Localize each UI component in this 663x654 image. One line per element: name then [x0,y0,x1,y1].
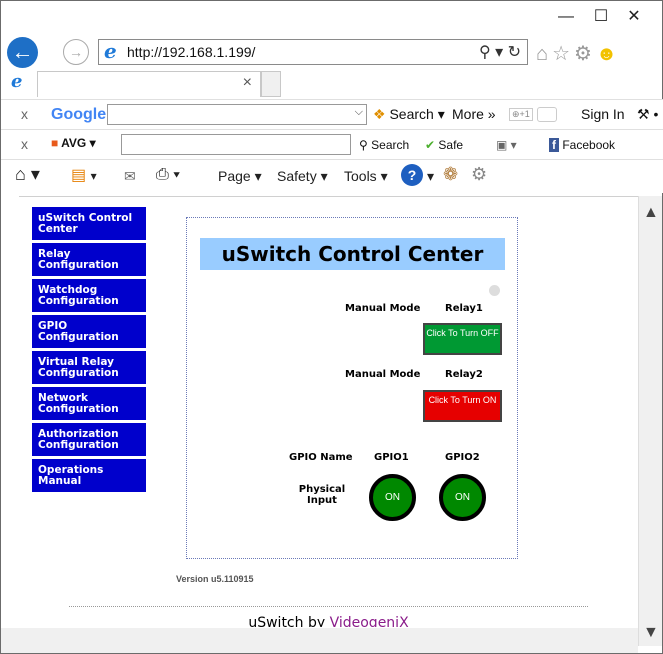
close-window-button[interactable]: ✕ [619,5,649,29]
google-search-input[interactable]: ⌵ [107,104,367,125]
videogenix-link[interactable]: VideogeniX [330,615,409,627]
scroll-down-icon[interactable]: ▼ [643,624,659,642]
scroll-up-icon[interactable]: ▲ [643,204,659,222]
avg-search-button[interactable]: ⚲ Search [359,138,409,152]
panel-title: uSwitch Control Center [200,238,505,270]
gpio1-indicator: ON [369,474,416,521]
horizontal-scrollbar[interactable] [1,628,638,653]
relay2-toggle-button[interactable]: Click To Turn ON [423,390,502,422]
help-icon[interactable]: ? [401,164,423,186]
close-google-toolbar-button[interactable]: x [21,106,28,122]
gpio2-name: GPIO2 [445,452,480,463]
wrench-icon[interactable]: ⚒ • [637,106,658,123]
facebook-button[interactable]: f Facebook [549,138,615,152]
nav-relay-configuration[interactable]: Relay Configuration [32,243,146,276]
facebook-icon: f [549,138,559,152]
settings-gear-icon[interactable]: ⚙ [471,164,487,185]
chevron-down-icon[interactable]: ⌵ [355,106,363,119]
plus-one-icon[interactable]: ⊕+1 [509,108,533,121]
nav-watchdog-configuration[interactable]: Watchdog Configuration [32,279,146,312]
avg-logo[interactable]: ■ AVG ▾ [51,136,96,150]
safety-menu[interactable]: Safety ▾ [277,168,328,185]
sidebar-nav: uSwitch Control Center Relay Configurati… [32,207,146,495]
address-url: http://192.168.1.199/ [127,44,256,60]
new-tab-button[interactable] [261,71,281,97]
control-panel: uSwitch Control Center Manual Mode Relay… [186,217,518,559]
ie-tab-logo-icon: e [11,71,23,92]
minimize-button[interactable]: — [551,5,581,29]
avg-search-input[interactable] [121,134,351,155]
page-menu[interactable]: Page ▾ [218,168,262,185]
mail-icon[interactable]: ✉ [124,168,136,185]
avg-toolbar: x ■ AVG ▾ ⚲ Search ✔ Safe ▣ ▾ f Facebook [1,129,663,159]
sign-in-button[interactable]: Sign In [581,106,625,122]
safe-button[interactable]: ✔ Safe [425,138,463,152]
search-refresh-icon[interactable]: ⚲ ▾ ↻ [479,42,521,62]
more-button[interactable]: More » [452,106,496,122]
vertical-scrollbar[interactable]: ▲ ▼ [638,196,662,646]
google-toolbar: x Google ⌵ ❖ Search ▾ More » ⊕+1 Sign In… [1,99,663,129]
command-bar: ⌂ ▾ ▤ ▾ ✉ ⎙ ▾ Page ▾ Safety ▾ Tools ▾ ? … [1,159,663,193]
page-content: uSwitch Control Center Relay Configurati… [19,196,638,627]
physical-input-label: Physical Input [298,484,346,506]
google-logo: Google [51,106,107,123]
nav-gpio-configuration[interactable]: GPIO Configuration [32,315,146,348]
tab-close-icon[interactable]: × [243,74,252,92]
browser-tab[interactable]: × [37,71,261,97]
nav-control-center[interactable]: uSwitch Control Center [32,207,146,240]
footer-divider [69,606,588,607]
search-icon: ⚲ [359,138,368,152]
nav-virtual-relay-configuration[interactable]: Virtual Relay Configuration [32,351,146,384]
share-icon[interactable] [537,107,557,122]
footer-prefix: uSwitch by [248,615,330,627]
home-icon[interactable]: ⌂ ▾ [15,164,40,185]
footer: uSwitch by VideogeniX [19,615,638,627]
relay2-name-label: Relay2 [445,369,483,380]
tools-menu[interactable]: Tools ▾ [344,168,388,185]
address-bar[interactable]: e http://192.168.1.199/ ⚲ ▾ ↻ [98,39,528,65]
help-dropdown[interactable]: ▾ [427,168,434,185]
maximize-button[interactable]: ☐ [586,5,616,29]
close-avg-toolbar-button[interactable]: x [21,136,28,152]
back-button[interactable]: ← [7,37,38,68]
version-text: Version u5.110915 [176,574,254,584]
avg-logo-icon: ■ [51,136,59,150]
ie-logo-icon: e [104,39,117,63]
gpio2-indicator: ON [439,474,486,521]
browser-window: — ☐ ✕ ← → e http://192.168.1.199/ ⚲ ▾ ↻ … [0,0,663,654]
rss-feed-icon[interactable]: ▤ ▾ [71,165,97,185]
relay1-mode-label: Manual Mode [345,303,421,314]
shield-icon: ✔ [425,138,436,152]
puzzle-icon: ❖ [373,106,386,122]
nav-network-configuration[interactable]: Network Configuration [32,387,146,420]
print-icon[interactable]: ⎙ ▾ [156,166,180,184]
google-search-button[interactable]: ❖ Search ▾ [373,106,445,123]
nav-authorization-configuration[interactable]: Authorization Configuration [32,423,146,456]
relay1-toggle-button[interactable]: Click To Turn OFF [423,323,502,355]
nav-operations-manual[interactable]: Operations Manual [32,459,146,492]
gpio-name-label: GPIO Name [289,452,353,463]
gpio1-name: GPIO1 [374,452,409,463]
relay1-name-label: Relay1 [445,303,483,314]
home-favorites-settings-icon[interactable]: ⌂☆⚙☻ [536,41,621,66]
trash-icon[interactable]: ▣ ▾ [496,138,517,152]
status-indicator [489,285,500,296]
forward-button[interactable]: → [63,39,89,65]
relay2-mode-label: Manual Mode [345,369,421,380]
research-icon[interactable]: ❁ [443,164,458,185]
